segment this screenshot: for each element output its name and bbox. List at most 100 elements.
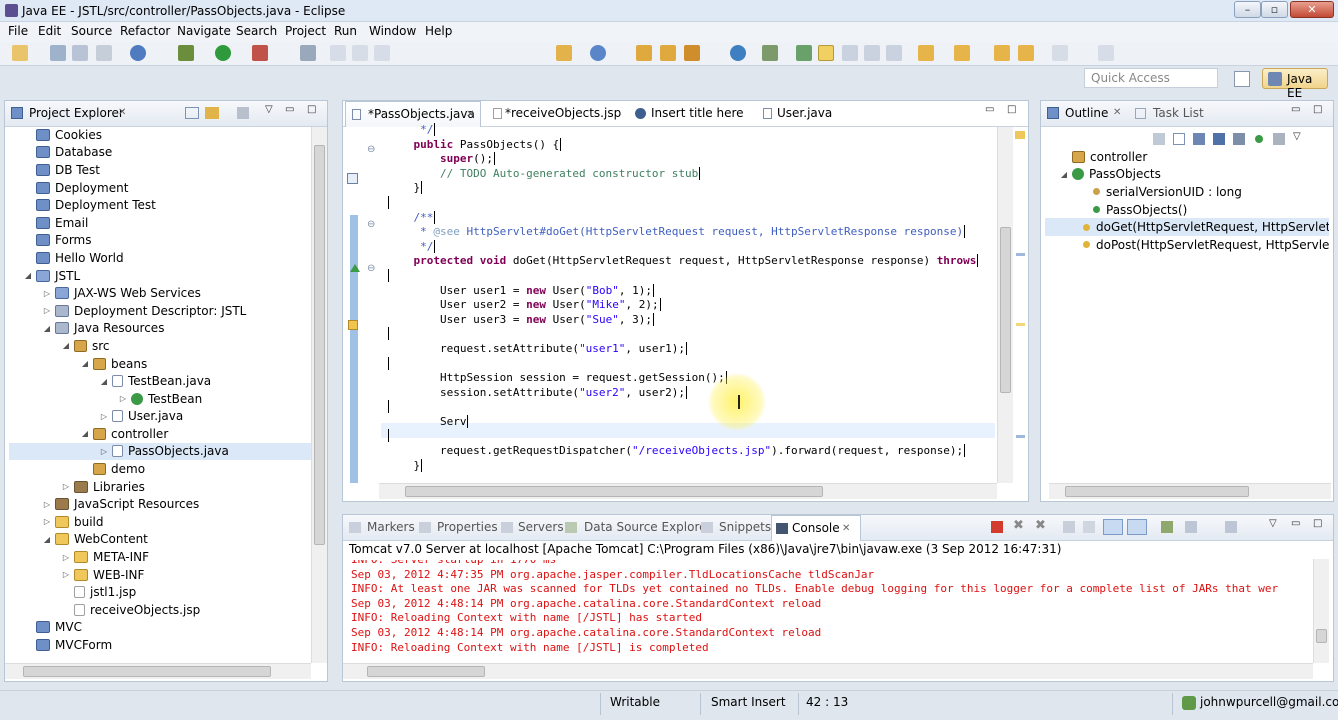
search-icon[interactable] xyxy=(684,45,700,61)
menu-refactor[interactable]: Refactor xyxy=(120,24,170,38)
close-button[interactable]: ✕ xyxy=(1290,1,1334,18)
tree-item[interactable]: ▷ META-INF xyxy=(9,548,311,566)
hscrollbar-thumb[interactable] xyxy=(23,666,271,677)
run-external-icon[interactable] xyxy=(252,45,268,61)
tab-properties[interactable]: Properties xyxy=(437,520,498,534)
collapsed-arrow-icon[interactable]: ▷ xyxy=(61,553,71,562)
open-console-icon[interactable] xyxy=(1225,521,1237,533)
fold-toggle-icon[interactable]: ⊖ xyxy=(367,263,375,274)
minimize-editor-icon[interactable]: ▭ xyxy=(985,104,994,115)
tree-item[interactable]: ▷ User.java xyxy=(9,408,311,426)
collapsed-arrow-icon[interactable]: ▷ xyxy=(99,412,109,421)
collapse-all-icon[interactable] xyxy=(185,107,199,119)
remove-launch-icon[interactable]: ✖ xyxy=(1013,518,1024,533)
collapse-all-icon[interactable] xyxy=(1153,133,1165,145)
tree-item[interactable]: ◢ Java Resources xyxy=(9,320,311,338)
maximize-button[interactable]: ▫ xyxy=(1261,1,1288,18)
expanded-arrow-icon[interactable]: ◢ xyxy=(61,341,71,350)
view-menu-icon[interactable]: ▽ xyxy=(265,104,273,115)
toggle-mark-occurrences-icon[interactable] xyxy=(796,45,812,61)
close-tab-icon[interactable]: ✕ xyxy=(466,109,474,120)
menu-navigate[interactable]: Navigate xyxy=(177,24,231,38)
tree-item[interactable]: ▷ JavaScript Resources xyxy=(9,495,311,513)
close-tab-icon[interactable]: ✕ xyxy=(118,107,126,118)
remove-all-launches-icon[interactable]: ✖ xyxy=(1035,518,1046,533)
expanded-arrow-icon[interactable]: ◢ xyxy=(80,359,90,368)
tab-project-explorer[interactable]: Project Explorer xyxy=(29,106,124,120)
toggle-breadcrumb-icon[interactable] xyxy=(818,45,834,61)
minimize-view-icon[interactable]: ▭ xyxy=(285,104,294,115)
open-type-icon[interactable] xyxy=(636,45,652,61)
expanded-arrow-icon[interactable]: ◢ xyxy=(1059,170,1069,179)
outline-item[interactable]: controller xyxy=(1045,148,1329,166)
tree-item[interactable]: ◢ src xyxy=(9,337,311,355)
tree-item[interactable]: Forms xyxy=(9,232,311,250)
tree-item[interactable]: MVCForm xyxy=(9,636,311,654)
scrollbar-thumb[interactable] xyxy=(1000,227,1011,393)
open-perspective-icon[interactable] xyxy=(1234,71,1250,87)
scroll-lock-icon[interactable] xyxy=(1083,521,1095,533)
tree-item[interactable]: ▷ build xyxy=(9,513,311,531)
hscrollbar-thumb[interactable] xyxy=(367,666,485,677)
outline-item[interactable]: ◢ PassObjects xyxy=(1045,166,1329,184)
fold-toggle-icon[interactable]: ⊖ xyxy=(367,219,375,230)
publish-icon[interactable] xyxy=(590,45,606,61)
menu-source[interactable]: Source xyxy=(71,24,112,38)
pin-editor-icon[interactable] xyxy=(1098,45,1114,61)
collapsed-arrow-icon[interactable]: ▷ xyxy=(42,306,52,315)
minimize-view-icon[interactable]: ▭ xyxy=(1291,104,1300,115)
close-tab-icon[interactable]: ✕ xyxy=(1113,107,1121,118)
globe-icon[interactable] xyxy=(730,45,746,61)
outline-hscrollbar[interactable] xyxy=(1049,483,1331,499)
run-icon[interactable] xyxy=(215,45,231,61)
quick-access-input[interactable]: Quick Access xyxy=(1084,68,1218,88)
tree-item[interactable]: Hello World xyxy=(9,249,311,267)
tree-item[interactable]: Deployment Test xyxy=(9,196,311,214)
tree-item[interactable]: ▷ WEB-INF xyxy=(9,566,311,584)
show-source-icon[interactable] xyxy=(886,45,902,61)
back-icon[interactable] xyxy=(1018,45,1034,61)
new-server-icon[interactable] xyxy=(556,45,572,61)
collapsed-arrow-icon[interactable]: ▷ xyxy=(61,482,71,491)
tree-item[interactable]: ▷ JAX-WS Web Services xyxy=(9,284,311,302)
tree-item[interactable]: Cookies xyxy=(9,126,311,144)
resume-icon[interactable] xyxy=(330,45,346,61)
tree-item[interactable]: ◢ JSTL xyxy=(9,267,311,285)
tree-item[interactable]: ◢ controller xyxy=(9,425,311,443)
save-icon[interactable] xyxy=(50,45,66,61)
hscrollbar-thumb[interactable] xyxy=(405,486,823,497)
editor-vscrollbar[interactable] xyxy=(997,127,1013,483)
hide-nonpublic-icon[interactable] xyxy=(1233,133,1245,145)
debug-icon[interactable] xyxy=(178,45,194,61)
block-selection-icon[interactable] xyxy=(864,45,880,61)
fold-toggle-icon[interactable]: ⊖ xyxy=(367,144,375,155)
collapsed-arrow-icon[interactable]: ▷ xyxy=(42,289,52,298)
pin-console-icon[interactable] xyxy=(1161,521,1173,533)
filter-icon[interactable] xyxy=(237,107,249,119)
tab-task-list[interactable]: Task List xyxy=(1153,106,1204,120)
web-browser-icon[interactable] xyxy=(130,45,146,61)
forward-icon[interactable] xyxy=(1052,45,1068,61)
hide-fields-icon[interactable] xyxy=(1193,133,1205,145)
status-user-email[interactable]: johnwpurcell@gmail.com xyxy=(1200,695,1338,709)
collapsed-arrow-icon[interactable]: ▷ xyxy=(118,394,128,403)
next-annotation-icon[interactable] xyxy=(918,45,934,61)
tree-item[interactable]: ◢ TestBean.java xyxy=(9,372,311,390)
open-resource-icon[interactable] xyxy=(660,45,676,61)
menu-window[interactable]: Window xyxy=(369,24,416,38)
perspective-java-ee-button[interactable]: Java EE xyxy=(1262,68,1328,100)
menu-edit[interactable]: Edit xyxy=(38,24,61,38)
suspend-icon[interactable] xyxy=(352,45,368,61)
menu-project[interactable]: Project xyxy=(285,24,326,38)
menu-file[interactable]: File xyxy=(8,24,28,38)
hide-static-icon[interactable] xyxy=(1213,133,1225,145)
collapsed-arrow-icon[interactable]: ▷ xyxy=(42,517,52,526)
hide-local-types-icon[interactable] xyxy=(1255,135,1263,143)
editor-hscrollbar[interactable] xyxy=(379,483,997,499)
expanded-arrow-icon[interactable]: ◢ xyxy=(23,271,33,280)
skip-breakpoints-icon[interactable] xyxy=(300,45,316,61)
link-with-editor-icon[interactable] xyxy=(205,107,219,119)
expanded-arrow-icon[interactable]: ◢ xyxy=(42,324,52,333)
expanded-arrow-icon[interactable]: ◢ xyxy=(99,377,109,386)
link-with-editor-icon[interactable] xyxy=(1273,133,1285,145)
